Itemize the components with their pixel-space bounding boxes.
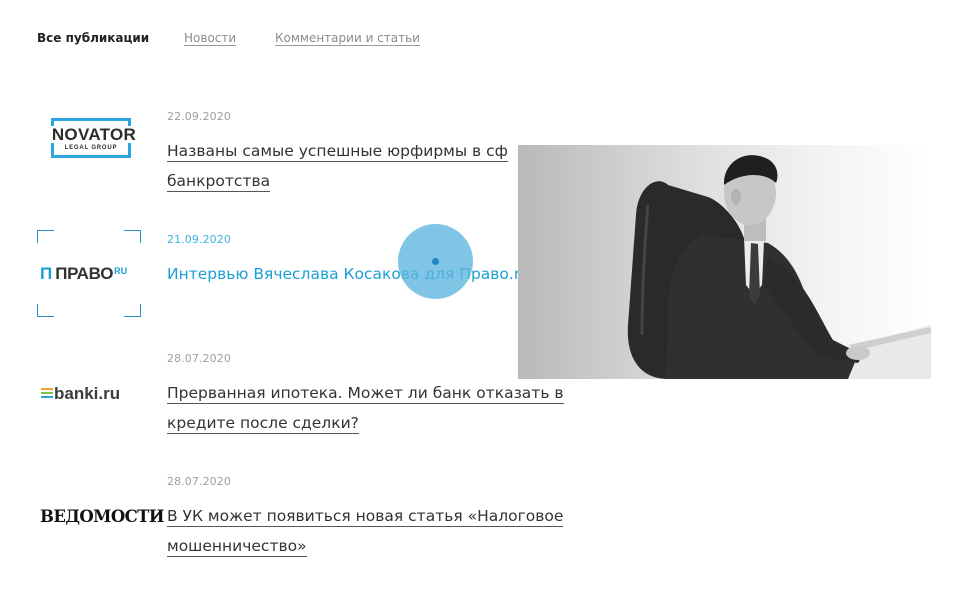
pravo-logo[interactable]: П ПРАВОRU: [37, 230, 141, 317]
list-item: П ПРАВОRU 21.09.2020 Интервью Вячеслава К…: [0, 223, 600, 333]
publication-date: 21.09.2020: [167, 233, 231, 246]
novator-logo-subtext: LEGAL GROUP: [64, 145, 118, 151]
publication-title-line1: Прерванная ипотека. Может ли банк отказа…: [167, 384, 564, 404]
pravo-mark-icon: П: [40, 264, 53, 283]
publication-title[interactable]: Прерванная ипотека. Может ли банк отказа…: [167, 378, 597, 438]
banki-logo[interactable]: banki.ru: [37, 384, 141, 408]
novator-logo[interactable]: NOVATOR LEGAL GROUP: [37, 118, 141, 204]
frame-corner: [37, 304, 54, 317]
publication-photo: [518, 145, 931, 379]
vedomosti-logo[interactable]: ВЕДОМОСТИ: [37, 507, 164, 531]
publication-title-line1: Названы самые успешные юрфирмы в сф: [167, 142, 508, 162]
tab-news[interactable]: Новости: [184, 31, 236, 45]
publication-date: 28.07.2020: [167, 352, 231, 365]
list-item: banki.ru 28.07.2020 Прерванная ипотека. …: [0, 342, 600, 452]
publication-title-line1: Интервью Вячеслава Косакова для Право.ru: [167, 265, 531, 283]
list-item: ВЕДОМОСТИ 28.07.2020 В УК может появитьс…: [0, 465, 600, 575]
frame-corner: [124, 230, 141, 243]
publication-title-line2: мошенничество»: [167, 537, 307, 557]
tab-comments-articles[interactable]: Комментарии и статьи: [275, 31, 420, 45]
frame-corner: [124, 304, 141, 317]
publication-title-line2: банкротства: [167, 172, 271, 192]
publication-date: 28.07.2020: [167, 475, 231, 488]
vedomosti-wordmark: ВЕДОМОСТИ: [40, 507, 164, 526]
novator-frame: NOVATOR LEGAL GROUP: [48, 118, 140, 158]
publication-date: 22.09.2020: [167, 110, 231, 123]
frame-corner: [37, 230, 54, 243]
banki-bars-icon: [41, 388, 53, 400]
pravo-ru: RU: [114, 266, 128, 276]
publication-title[interactable]: В УК может появиться новая статья «Налог…: [167, 501, 597, 561]
pravo-logo-text: П ПРАВОRU: [40, 264, 127, 284]
tab-all-publications[interactable]: Все публикации: [37, 31, 149, 45]
person-in-chair-photo: [627, 155, 931, 379]
publication-title-line2: кредите после сделки?: [167, 414, 359, 434]
pravo-word: ПРАВО: [55, 264, 114, 283]
banki-wordmark: banki.ru: [54, 384, 121, 403]
novator-logo-text: NOVATOR: [48, 126, 140, 143]
publication-title-line1: В УК может появиться новая статья «Налог…: [167, 507, 564, 527]
list-item: NOVATOR LEGAL GROUP 22.09.2020 Названы с…: [0, 100, 600, 210]
